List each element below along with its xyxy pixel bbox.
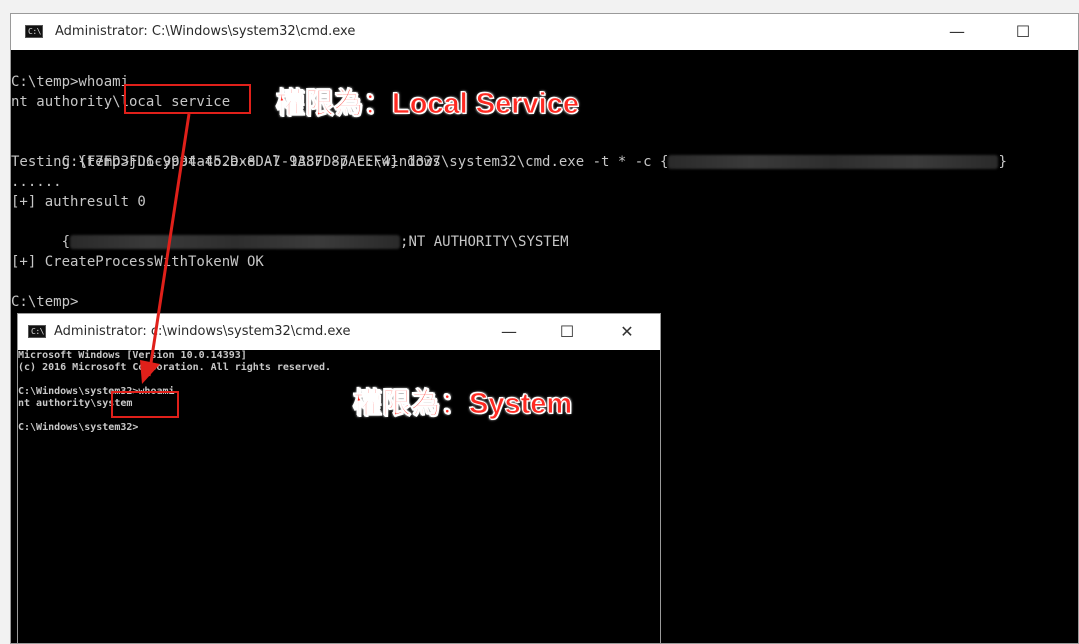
terminal-line: (c) 2016 Microsoft Corporation. All righ… (18, 362, 332, 373)
terminal-line: ...... (11, 174, 62, 190)
system-title-bar[interactable]: C:\ Administrator: c:\windows\system32\c… (18, 314, 660, 350)
window-title: Administrator: c:\windows\system32\cmd.e… (54, 324, 351, 339)
terminal-line: Testing {F7FD3FD6-9994-452D-8DA7-9A8FD87… (11, 154, 441, 170)
system-annotation: 權限為：System (353, 388, 573, 421)
system-cmd-window[interactable]: C:\ Administrator: c:\windows\system32\c… (17, 313, 661, 644)
maximize-button[interactable]: ☐ (544, 314, 590, 350)
local-service-annotation: 權限為：Local Service (276, 88, 580, 121)
terminal-line: C:\Windows\system32> (18, 422, 139, 433)
local-service-highlight (124, 84, 251, 114)
window-title: Administrator: C:\Windows\system32\cmd.e… (55, 24, 356, 39)
maximize-button[interactable]: ☐ (1000, 14, 1046, 50)
minimize-button[interactable]: — (934, 14, 980, 50)
terminal-line: C:\temp>whoami (11, 74, 130, 90)
system-result: ;NT AUTHORITY\SYSTEM (400, 234, 569, 250)
cmd-icon: C:\ (28, 325, 46, 338)
terminal-line: [+] authresult 0 (11, 194, 146, 210)
cmd-icon: C:\ (25, 25, 43, 38)
redacted-clsid (70, 235, 401, 249)
close-button[interactable]: ✕ (604, 314, 650, 350)
terminal-line: C:\temp> (11, 294, 79, 310)
terminal-line: Microsoft Windows [Version 10.0.14393] (18, 350, 247, 361)
command-close-brace: } (998, 154, 1007, 170)
redacted-clsid (668, 155, 999, 169)
minimize-button[interactable]: — (486, 314, 532, 350)
clsid-open-brace: { (61, 234, 71, 250)
terminal-line: [+] CreateProcessWithTokenW OK (11, 254, 264, 270)
main-title-bar[interactable]: C:\ Administrator: C:\Windows\system32\c… (11, 14, 1078, 50)
system-highlight (111, 391, 179, 418)
